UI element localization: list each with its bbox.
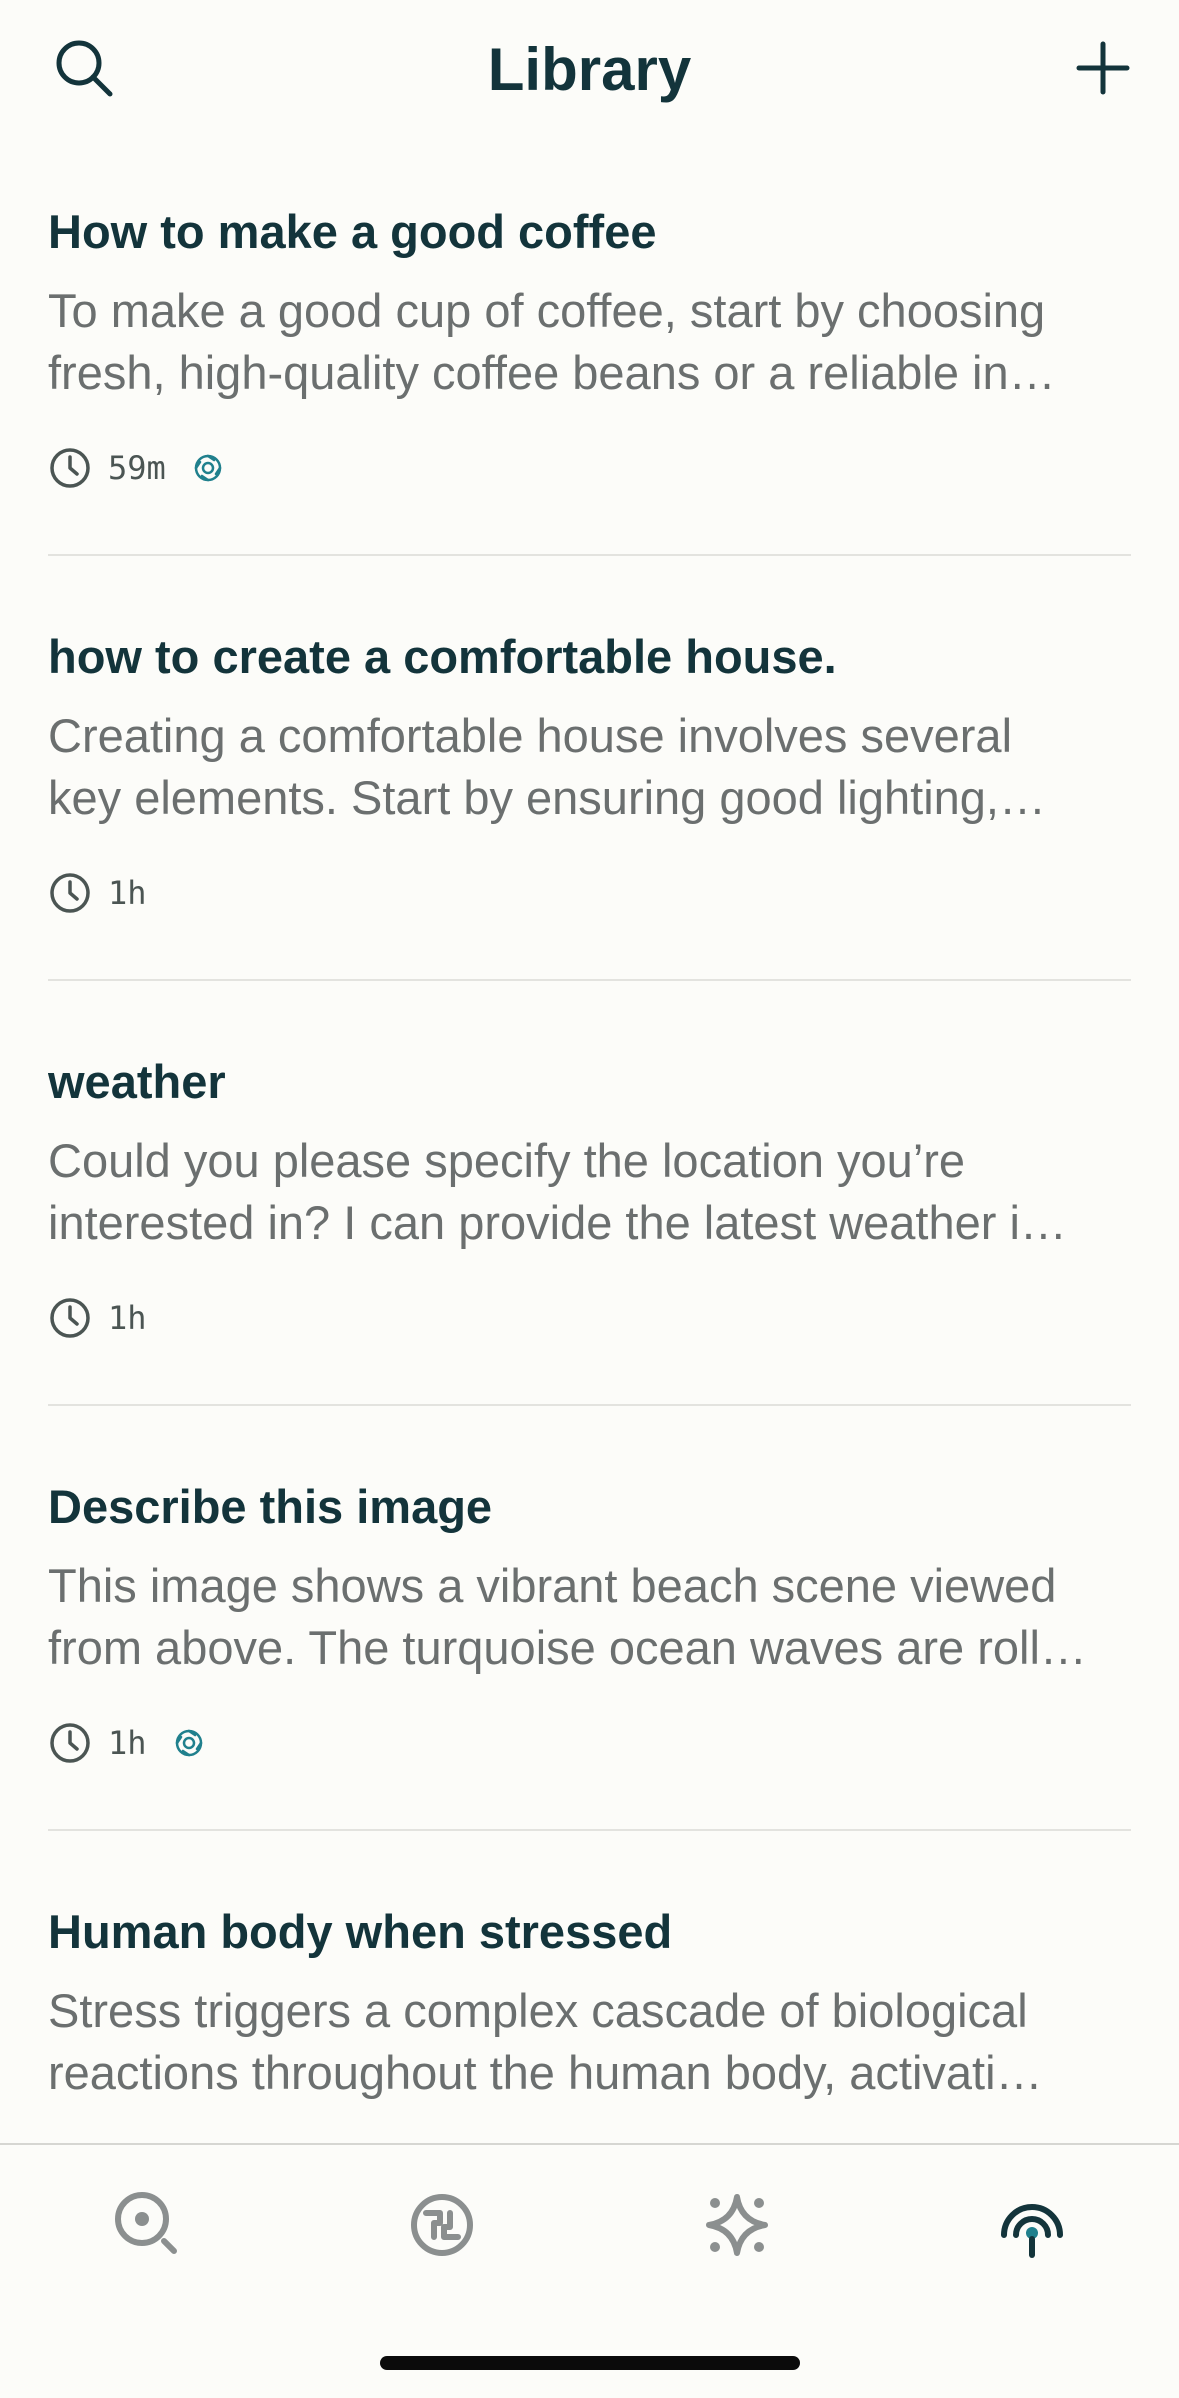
thread-preview-line: To make a good cup of coffee, start by c… xyxy=(48,284,1046,337)
thread-time: 59m xyxy=(108,449,166,487)
discover-icon xyxy=(411,2194,473,2256)
home-indicator xyxy=(380,2356,800,2370)
header: Library xyxy=(0,0,1179,140)
thread-item[interactable]: how to create a comfortable house. Creat… xyxy=(48,627,1131,917)
thread-preview-line: from above. The turquoise ocean waves ar… xyxy=(48,1621,1087,1674)
thread-time: 1h xyxy=(108,1724,147,1762)
thread-item[interactable]: How to make a good coffee To make a good… xyxy=(48,202,1131,492)
thread-meta: 1h xyxy=(48,1294,1131,1342)
sync-icon xyxy=(194,454,222,482)
thread-preview: Creating a comfortable house involves se… xyxy=(48,705,1131,829)
thread-title: Describe this image xyxy=(48,1480,493,1533)
clock-icon xyxy=(50,448,90,488)
divider xyxy=(48,1829,1131,1831)
thread-meta: 59m xyxy=(48,444,1131,492)
thread-title: weather xyxy=(48,1055,226,1108)
library-icon xyxy=(1001,2204,1063,2258)
home-search-icon xyxy=(115,2192,177,2254)
tab-library[interactable] xyxy=(992,2185,1072,2265)
thread-item[interactable]: Human body when stressed Stress triggers… xyxy=(48,1902,1131,2104)
thread-meta: 1h xyxy=(48,1719,1131,1767)
thread-title: how to create a comfortable house. xyxy=(48,630,837,683)
thread-preview-line: Stress triggers a complex cascade of bio… xyxy=(48,1984,1028,2037)
thread-preview-line: interested in? I can provide the latest … xyxy=(48,1196,1067,1249)
thread-list[interactable]: How to make a good coffee To make a good… xyxy=(0,140,1179,2136)
thread-preview: Stress triggers a complex cascade of bio… xyxy=(48,1980,1131,2104)
clock-icon xyxy=(50,1723,90,1763)
divider xyxy=(48,1404,1131,1406)
thread-preview: This image shows a vibrant beach scene v… xyxy=(48,1555,1131,1679)
tab-spaces[interactable] xyxy=(697,2185,777,2265)
tab-home[interactable] xyxy=(108,2185,188,2265)
clock-icon xyxy=(50,1298,90,1338)
spaces-icon xyxy=(706,2194,768,2256)
thread-time: 1h xyxy=(108,1299,147,1337)
plus-icon xyxy=(1076,41,1130,95)
thread-preview-line: key elements. Start by ensuring good lig… xyxy=(48,771,1046,824)
new-thread-button[interactable] xyxy=(1067,32,1139,104)
thread-item[interactable]: weather Could you please specify the loc… xyxy=(48,1052,1131,1342)
thread-preview-line: Creating a comfortable house involves se… xyxy=(48,709,1013,762)
divider xyxy=(48,979,1131,981)
thread-preview-line: reactions throughout the human body, act… xyxy=(48,2046,1043,2099)
divider xyxy=(48,554,1131,556)
thread-title: How to make a good coffee xyxy=(48,205,657,258)
thread-time: 1h xyxy=(108,874,147,912)
tab-discover[interactable] xyxy=(402,2185,482,2265)
thread-title: Human body when stressed xyxy=(48,1905,673,1958)
page-title: Library xyxy=(487,36,692,103)
thread-preview: Could you please specify the location yo… xyxy=(48,1130,1131,1254)
thread-preview-line: Could you please specify the location yo… xyxy=(48,1134,966,1187)
thread-preview: To make a good cup of coffee, start by c… xyxy=(48,280,1131,404)
thread-item[interactable]: Describe this image This image shows a v… xyxy=(48,1477,1131,1767)
clock-icon xyxy=(50,873,90,913)
thread-preview-line: fresh, high-quality coffee beans or a re… xyxy=(48,346,1056,399)
thread-preview-line: This image shows a vibrant beach scene v… xyxy=(48,1559,1057,1612)
thread-meta: 1h xyxy=(48,869,1131,917)
sync-icon xyxy=(175,1729,202,1757)
